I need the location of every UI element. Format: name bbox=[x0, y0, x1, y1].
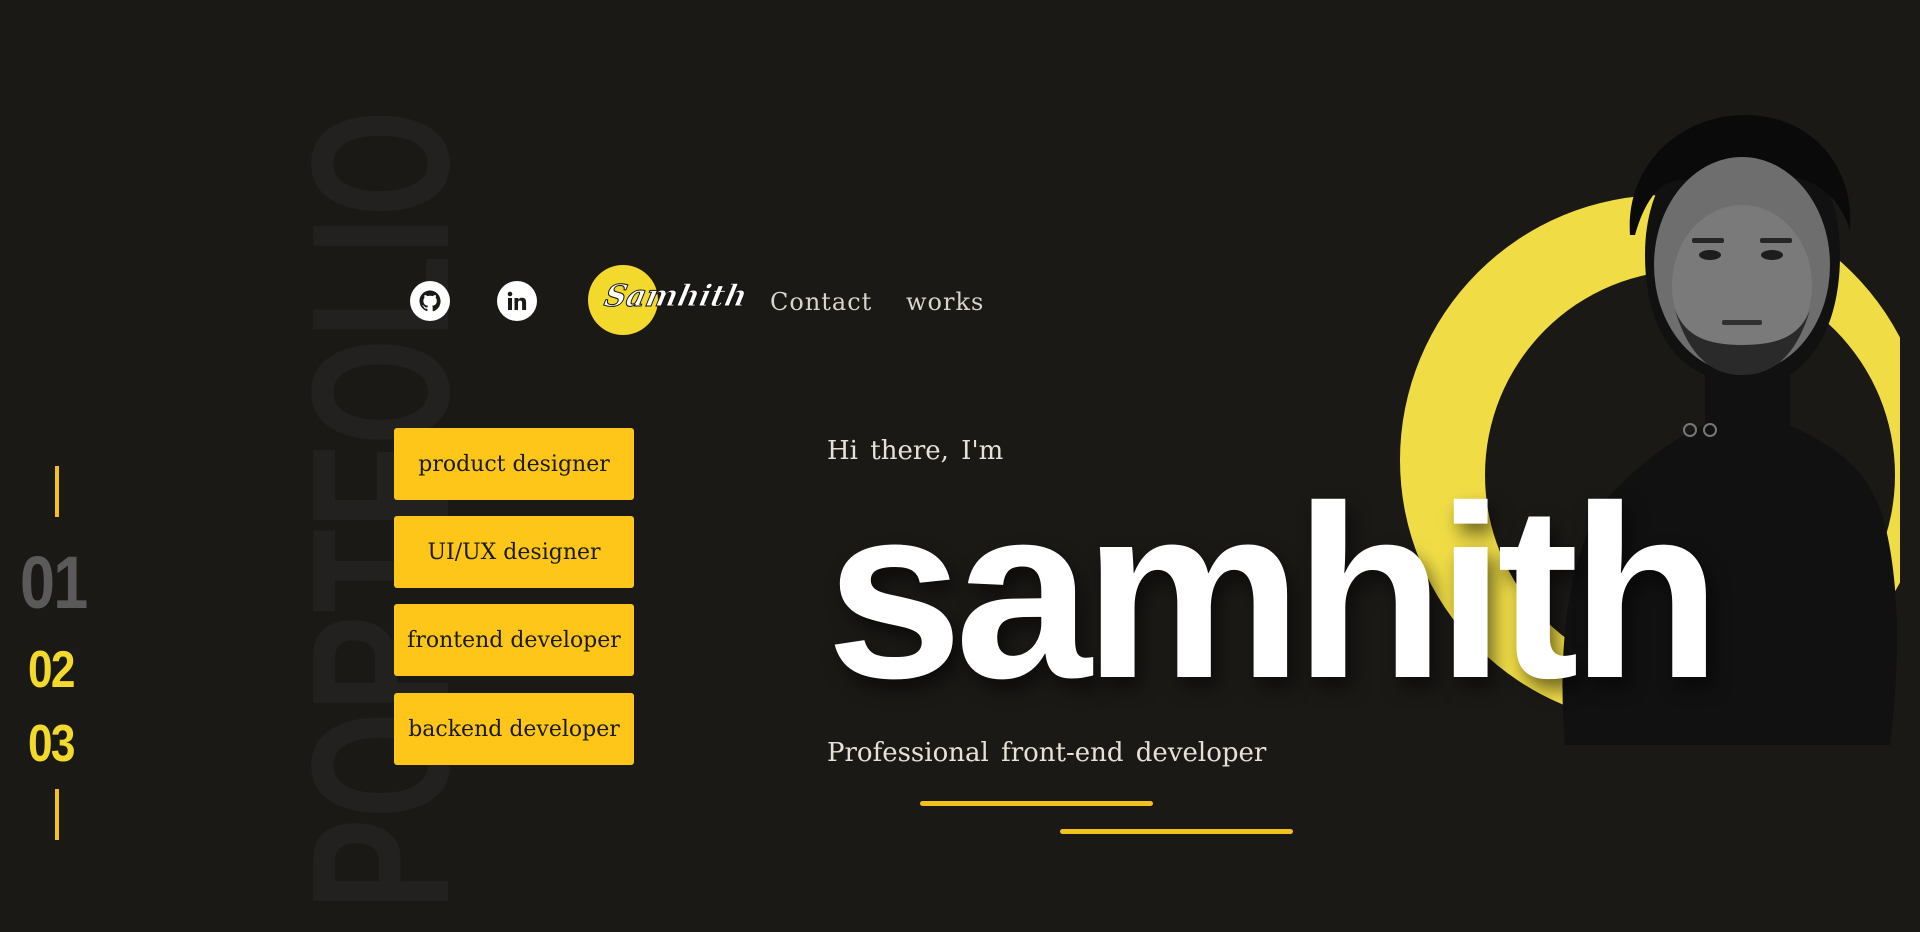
rail-number-03[interactable]: 03 bbox=[28, 718, 75, 770]
role-button-ui-ux-designer[interactable]: UI/UX designer bbox=[394, 516, 634, 588]
linkedin-link[interactable] bbox=[497, 281, 537, 321]
nav-link-contact[interactable]: Contact bbox=[770, 288, 872, 316]
github-link[interactable] bbox=[410, 281, 450, 321]
accent-underline-2 bbox=[1060, 829, 1293, 834]
linkedin-icon bbox=[507, 291, 527, 310]
github-icon bbox=[419, 290, 441, 312]
nav-link-works[interactable]: works bbox=[906, 288, 984, 316]
section-rail: 01 02 03 bbox=[0, 0, 120, 932]
role-button-product-designer[interactable]: product designer bbox=[394, 428, 634, 500]
portfolio-watermark-text: PORTFOLIO bbox=[290, 110, 460, 910]
logo-text: Samhith bbox=[601, 279, 751, 315]
role-button-backend-developer[interactable]: backend developer bbox=[394, 693, 634, 765]
rail-divider-bottom bbox=[55, 789, 59, 840]
site-logo[interactable]: Samhith bbox=[588, 265, 751, 335]
hero-name: samhith bbox=[826, 455, 1721, 730]
portfolio-watermark: PORTFOLIO bbox=[290, 110, 460, 910]
role-button-frontend-developer[interactable]: frontend developer bbox=[394, 604, 634, 676]
rail-number-02[interactable]: 02 bbox=[28, 644, 75, 696]
rail-number-01[interactable]: 01 bbox=[20, 546, 88, 620]
hero-subtitle: Professional front-end developer bbox=[827, 738, 1267, 768]
rail-divider-top bbox=[55, 466, 59, 517]
accent-underline-1 bbox=[920, 801, 1153, 806]
